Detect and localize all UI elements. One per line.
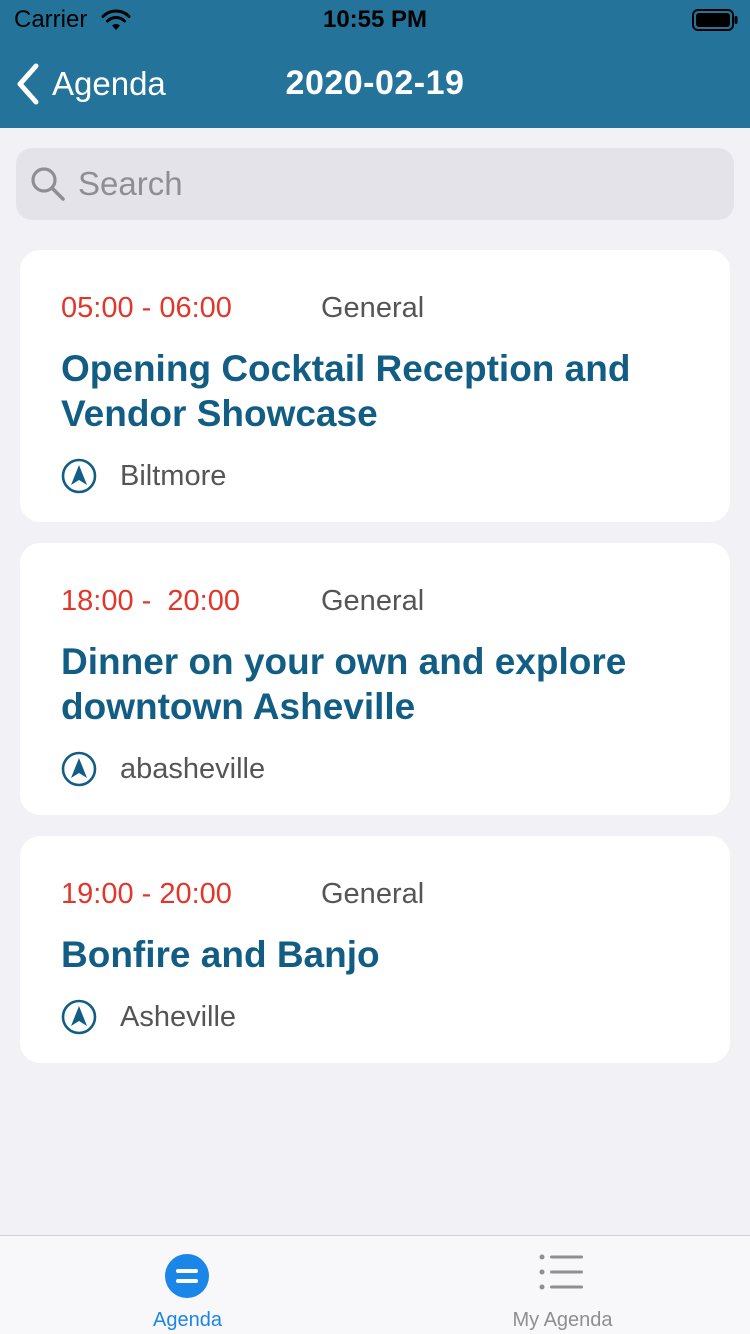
search-bar[interactable]	[16, 148, 734, 220]
agenda-circle-icon	[165, 1254, 209, 1298]
event-location-label: abasheville	[120, 752, 266, 785]
page-title: 2020-02-19	[285, 64, 465, 102]
event-location-label: Asheville	[120, 1000, 237, 1033]
event-title: Bonfire and Banjo	[61, 934, 380, 975]
event-category: General	[321, 292, 425, 324]
event-time: 18:00 - 20:00	[61, 585, 240, 617]
tab-label: My Agenda	[512, 1309, 613, 1331]
navigation-bar: Agenda 2020-02-19	[0, 40, 750, 128]
event-location-label: Biltmore	[120, 459, 227, 492]
event-card[interactable]: 18:00 - 20:00 General Dinner on your own…	[20, 543, 730, 815]
search-input[interactable]	[76, 164, 720, 204]
event-category: General	[321, 878, 425, 910]
event-location: Asheville	[61, 999, 236, 1035]
tab-label: Agenda	[153, 1309, 222, 1331]
battery-icon	[692, 9, 738, 31]
status-bar: Carrier 10:55 PM	[0, 0, 750, 40]
event-title: Opening Cocktail Reception and Vendor Sh…	[61, 348, 631, 434]
tab-agenda[interactable]: Agenda	[0, 1236, 375, 1334]
clock: 10:55 PM	[322, 6, 428, 33]
event-category: General	[321, 585, 425, 617]
tab-my-agenda[interactable]: My Agenda	[375, 1236, 750, 1334]
location-arrow-icon	[61, 999, 97, 1035]
event-location: abasheville	[61, 751, 265, 787]
tab-bar: Agenda My Agenda	[0, 1235, 750, 1334]
event-title: Dinner on your own and explore downtown …	[61, 641, 627, 727]
location-arrow-icon	[61, 458, 97, 494]
location-arrow-icon	[61, 751, 97, 787]
list-icon	[539, 1254, 583, 1290]
event-time: 05:00 - 06:00	[61, 292, 232, 324]
event-card[interactable]: 05:00 - 06:00 General Opening Cocktail R…	[20, 250, 730, 522]
search-icon	[31, 167, 65, 201]
event-time: 19:00 - 20:00	[61, 878, 232, 910]
event-location: Biltmore	[61, 458, 226, 494]
event-card[interactable]: 19:00 - 20:00 General Bonfire and Banjo …	[20, 836, 730, 1063]
